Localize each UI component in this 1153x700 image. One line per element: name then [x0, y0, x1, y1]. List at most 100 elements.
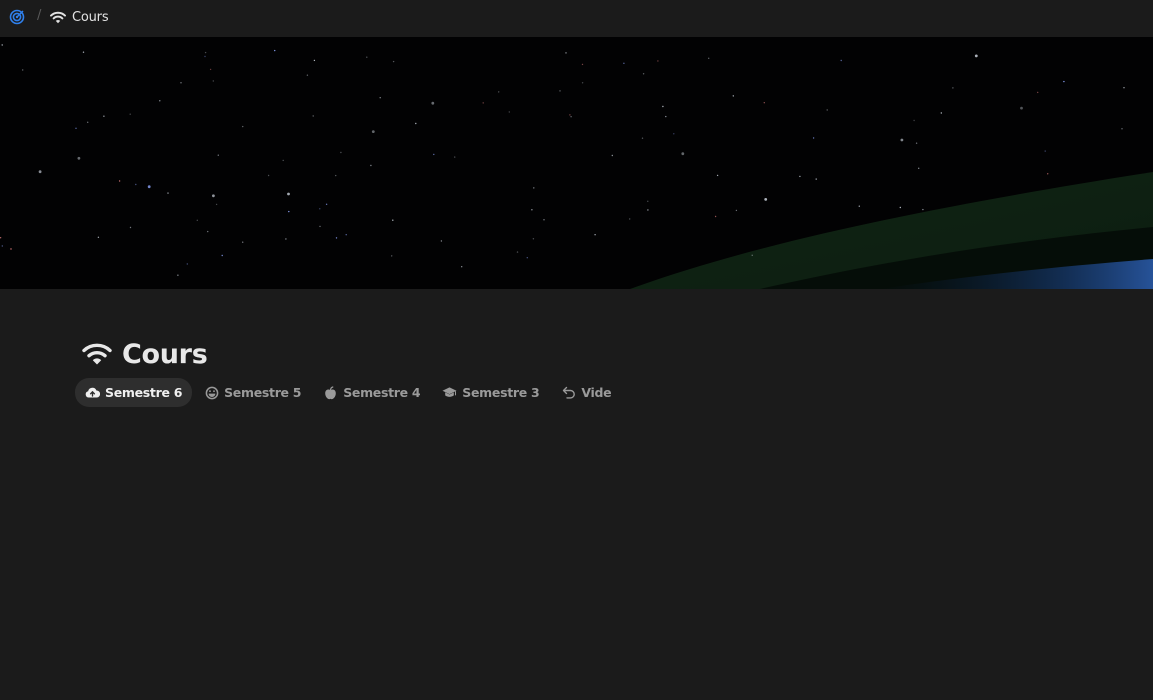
- star: [306, 74, 309, 76]
- tab-label: Vide: [581, 385, 612, 400]
- apple-icon: [323, 385, 338, 400]
- star: [647, 209, 649, 211]
- star: [335, 174, 337, 177]
- graduation-cap-icon: [442, 385, 457, 400]
- star: [611, 154, 613, 157]
- star: [391, 255, 393, 257]
- tab-label: Semestre 3: [462, 385, 540, 400]
- star: [858, 205, 860, 207]
- star: [77, 156, 81, 160]
- star: [461, 266, 463, 268]
- smiley-icon: [204, 385, 219, 400]
- star: [629, 218, 631, 220]
- star: [167, 192, 169, 194]
- star: [287, 192, 290, 196]
- star: [379, 97, 381, 99]
- page-title-text: Cours: [122, 338, 208, 370]
- star: [1020, 106, 1023, 110]
- star: [371, 130, 375, 133]
- star: [10, 248, 12, 250]
- star: [581, 63, 584, 66]
- star: [526, 257, 528, 259]
- tab-semestre-6[interactable]: Semestre 6: [75, 378, 193, 407]
- star: [642, 73, 645, 75]
- star: [708, 57, 710, 59]
- tab-semestre-5[interactable]: Semestre 5: [194, 378, 311, 407]
- star: [482, 102, 484, 104]
- cover-image: [0, 37, 1153, 289]
- star: [915, 142, 918, 144]
- star: [899, 206, 901, 209]
- star: [1063, 80, 1065, 83]
- star: [87, 121, 89, 124]
- star: [440, 240, 443, 242]
- tab-vide[interactable]: Vide: [551, 378, 621, 407]
- star: [212, 194, 215, 198]
- star: [285, 238, 287, 240]
- star: [340, 151, 342, 154]
- star: [221, 254, 223, 257]
- star: [673, 133, 675, 135]
- star: [657, 60, 659, 62]
- star: [118, 180, 121, 182]
- star: [103, 115, 105, 117]
- tab-label: Semestre 4: [343, 385, 421, 400]
- star: [129, 226, 132, 229]
- star: [764, 198, 768, 201]
- star: [716, 174, 719, 177]
- star: [75, 127, 77, 129]
- star: [215, 203, 218, 206]
- star: [325, 203, 328, 205]
- breadcrumb-label: Cours: [72, 9, 109, 25]
- star: [1047, 173, 1049, 175]
- star: [647, 200, 649, 202]
- star: [177, 274, 179, 276]
- star: [288, 210, 290, 213]
- star: [940, 112, 942, 114]
- star: [516, 251, 519, 253]
- star: [714, 215, 717, 218]
- star: [209, 68, 212, 71]
- star: [392, 60, 395, 63]
- star: [282, 159, 284, 162]
- star: [1, 44, 3, 46]
- tab-semestre-3[interactable]: Semestre 3: [432, 378, 549, 407]
- star: [508, 111, 510, 113]
- star: [974, 54, 978, 58]
- star: [1123, 87, 1125, 89]
- target-icon[interactable]: [9, 9, 25, 25]
- star: [129, 113, 131, 115]
- star: [180, 82, 182, 84]
- star: [431, 101, 435, 105]
- star: [204, 51, 207, 54]
- star: [267, 174, 270, 177]
- view-tabs: Semestre 6 Semestre 5 Semestre 4 Semestr…: [75, 378, 623, 407]
- star: [732, 95, 734, 97]
- star: [559, 90, 561, 92]
- breadcrumb: / Cours: [0, 0, 1153, 36]
- star: [840, 59, 842, 62]
- star: [97, 236, 100, 238]
- tab-semestre-4[interactable]: Semestre 4: [313, 378, 430, 407]
- star: [900, 138, 904, 142]
- star: [826, 109, 828, 111]
- star: [799, 175, 801, 178]
- cloud-upload-icon: [85, 385, 100, 400]
- star: [531, 209, 533, 211]
- wifi-icon[interactable]: [82, 339, 112, 369]
- breadcrumb-item-cours[interactable]: Cours: [50, 8, 109, 26]
- star: [242, 125, 244, 128]
- star: [565, 52, 567, 54]
- star: [319, 208, 321, 210]
- tab-label: Semestre 5: [224, 385, 302, 400]
- star: [623, 62, 625, 64]
- star: [922, 208, 924, 211]
- star: [533, 187, 535, 189]
- star: [135, 183, 137, 186]
- star: [159, 100, 161, 102]
- star: [204, 55, 206, 58]
- star: [345, 234, 347, 236]
- star: [186, 263, 188, 265]
- star: [196, 219, 198, 221]
- star: [681, 152, 685, 156]
